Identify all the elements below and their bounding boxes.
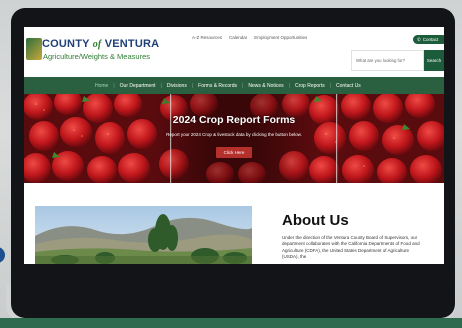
link-az-resources[interactable]: A-Z Resources (192, 35, 222, 40)
about-text: Under the direction of the Ventura Count… (282, 235, 420, 259)
nav-crop-reports[interactable]: Crop Reports (290, 83, 330, 89)
hero-title: 2024 Crop Report Forms (172, 114, 296, 126)
landscape-image (35, 206, 252, 264)
site-logo[interactable]: COUNTY of VENTURA (42, 38, 159, 50)
link-employment[interactable]: Employment Opportunities (254, 35, 307, 40)
search-input[interactable]: What are you looking for? (351, 50, 424, 71)
nav-contact-us[interactable]: Contact Us (331, 83, 366, 89)
site-header: COUNTY of VENTURA Agriculture/Weights & … (24, 27, 444, 77)
click-here-label: Click Here (223, 150, 245, 155)
website-screen: COUNTY of VENTURA Agriculture/Weights & … (24, 27, 444, 264)
contact-button[interactable]: ✆ Contact (413, 35, 444, 44)
logo-title-ventura: VENTURA (104, 38, 160, 50)
logo-title-county: COUNTY (42, 38, 90, 50)
utility-nav: A-Z Resources Calendar Employment Opport… (192, 35, 307, 40)
strawberry-image (24, 94, 444, 183)
search-button[interactable]: Search (424, 50, 444, 71)
about-section: About Us Under the direction of the Vent… (24, 183, 444, 264)
phone-icon: ✆ (417, 36, 421, 42)
nav-our-department[interactable]: Our Department (115, 83, 161, 89)
logo-title-of: of (92, 39, 102, 50)
logo-subtitle: Agriculture/Weights & Measures (43, 52, 150, 61)
county-seal-icon[interactable] (26, 38, 42, 60)
search-button-label: Search (426, 58, 442, 63)
floor-strip (0, 318, 462, 328)
about-title: About Us (282, 212, 349, 229)
landscape-photo (35, 206, 252, 264)
contact-label: Contact (422, 37, 439, 42)
search-placeholder: What are you looking for? (356, 58, 405, 63)
hero-subtitle: Report your 2024 Crop & livestock data b… (166, 132, 302, 137)
hero-banner: 2024 Crop Report Forms Report your 2024 … (24, 94, 444, 183)
nav-forms-records[interactable]: Forms & Records (193, 83, 242, 89)
nav-news-notices[interactable]: News & Notices (243, 83, 288, 89)
nav-home[interactable]: Home (90, 83, 113, 89)
nav-divisions[interactable]: Divisions (162, 83, 192, 89)
click-here-button[interactable]: Click Here (216, 147, 252, 158)
link-calendar[interactable]: Calendar (229, 35, 247, 40)
main-nav: Home | Our Department | Divisions | Form… (24, 77, 444, 94)
